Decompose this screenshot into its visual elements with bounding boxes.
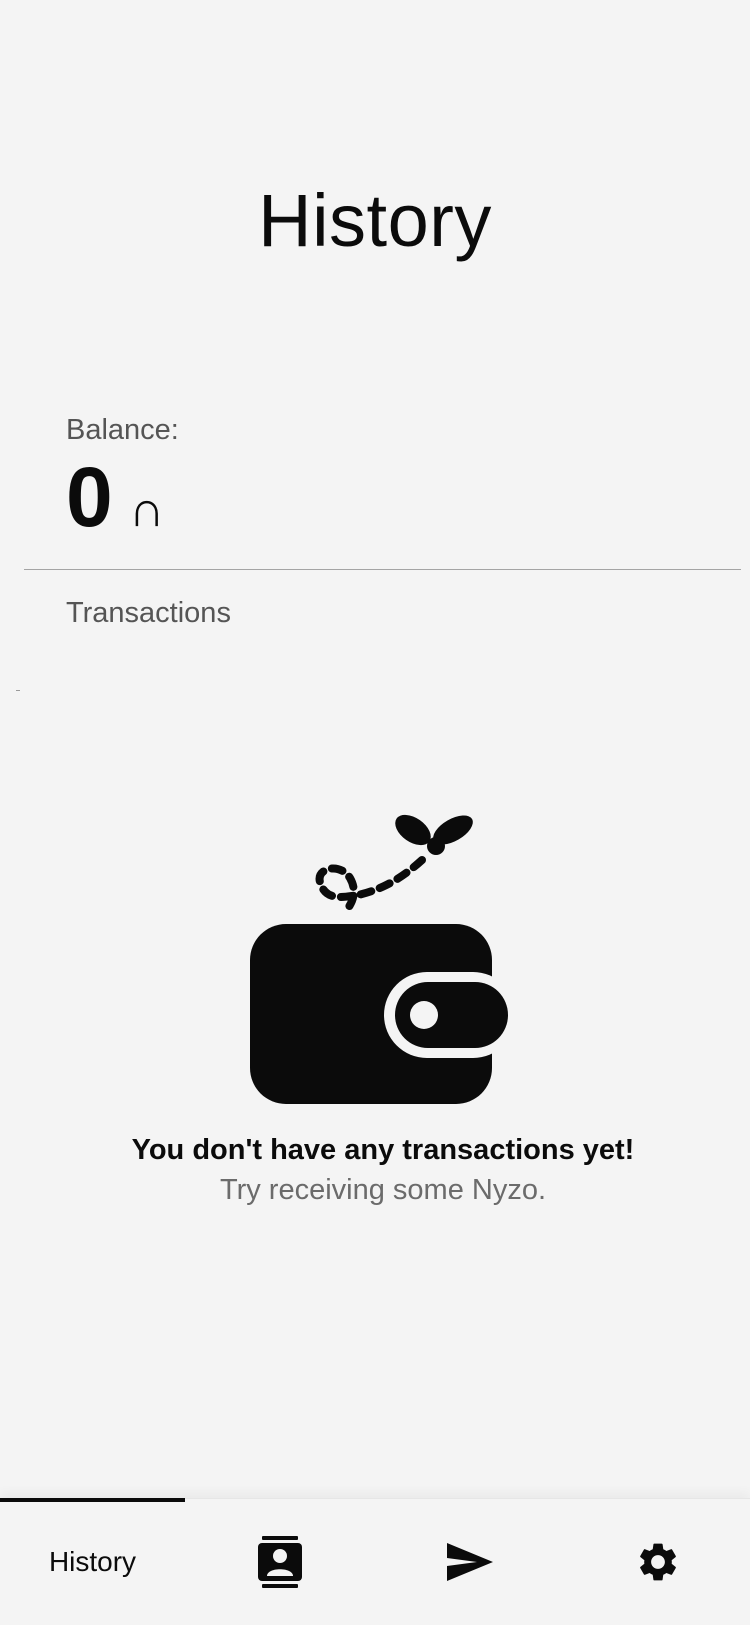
tab-contacts[interactable] [185,1499,375,1625]
empty-state-title: You don't have any transactions yet! [131,1134,635,1166]
balance-value: 0 [66,450,113,544]
scroll-indicator [16,690,20,691]
balance-display: 0 ∩ [66,455,165,539]
tab-settings[interactable] [565,1499,750,1625]
page-title: History [258,179,492,262]
wallet-button [410,1001,438,1029]
settings-icon [639,1543,676,1581]
tab-send[interactable] [375,1499,565,1625]
send-icon [447,1543,493,1581]
flight-path [315,856,426,916]
empty-state-subtitle: Try receiving some Nyzo. [219,1174,547,1206]
tab-history-label: History [48,1546,137,1577]
transactions-heading: Transactions [66,597,231,629]
empty-wallet-illustration [240,800,520,1110]
currency-symbol: ∩ [128,481,165,537]
balance-label: Balance: [66,414,179,446]
tab-history[interactable]: History [0,1499,185,1625]
divider [24,569,741,570]
bottom-navigation: History [0,1498,750,1625]
wallet-icon [250,814,516,1104]
contacts-icon [258,1536,302,1588]
butterfly-icon [395,814,473,855]
